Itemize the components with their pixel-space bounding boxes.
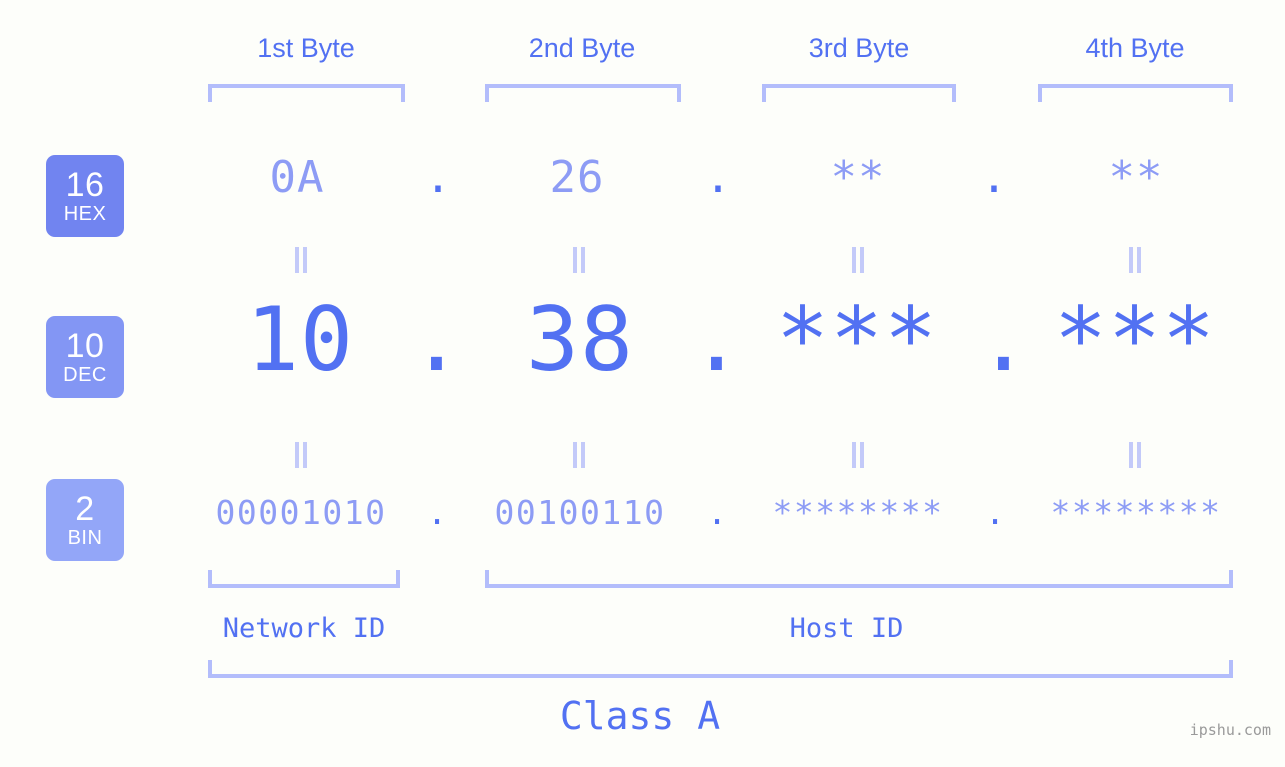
bin-separator-dot-2: . — [707, 493, 727, 532]
byte-bracket-1 — [208, 84, 405, 102]
dec-byte-value-1: 10 — [246, 288, 354, 391]
base-badge-dec-name: DEC — [63, 364, 107, 386]
hex-separator-dot-1: . — [424, 152, 452, 203]
dec-byte-value-2: 38 — [526, 288, 634, 391]
equals-connector-icon-1-hex-dec — [290, 247, 312, 273]
hex-separator-dot-3: . — [980, 152, 1008, 203]
bin-byte-value-2: 00100110 — [494, 493, 666, 532]
base-badge-dec-number: 10 — [65, 327, 105, 365]
base-badge-hex-name: HEX — [63, 203, 107, 225]
site-watermark: ipshu.com — [1189, 721, 1271, 739]
byte-bracket-3 — [762, 84, 956, 102]
dec-byte-value-4: *** — [1054, 288, 1216, 391]
byte-header-label-4: 4th Byte — [1085, 33, 1185, 63]
hex-byte-value-1: 0A — [269, 152, 325, 203]
ip-address-breakdown-diagram: 1st Byte 2nd Byte 3rd Byte 4th Byte 16 H… — [0, 0, 1285, 767]
equals-connector-icon-1-dec-bin — [290, 442, 312, 468]
byte-header-label-1: 1st Byte — [257, 33, 355, 63]
equals-connector-icon-4-hex-dec — [1124, 247, 1146, 273]
host-id-bracket — [485, 570, 1233, 588]
bin-separator-dot-3: . — [985, 493, 1005, 532]
host-id-label: Host ID — [789, 613, 904, 644]
base-badge-hex-number: 16 — [65, 166, 105, 204]
base-badge-bin-number: 2 — [75, 490, 95, 528]
dec-separator-dot-1: . — [410, 288, 463, 391]
hex-byte-value-4: ** — [1108, 152, 1164, 203]
dec-separator-dot-2: . — [690, 288, 743, 391]
byte-header-label-2: 2nd Byte — [528, 33, 636, 63]
bin-byte-value-3: ******** — [772, 493, 944, 532]
dec-byte-value-3: *** — [776, 288, 938, 391]
equals-connector-icon-2-dec-bin — [568, 442, 590, 468]
byte-bracket-2 — [485, 84, 681, 102]
byte-header-label-3: 3rd Byte — [808, 33, 910, 63]
equals-connector-icon-4-dec-bin — [1124, 442, 1146, 468]
class-label: Class A — [559, 694, 721, 738]
bin-separator-dot-1: . — [427, 493, 447, 532]
class-bracket — [208, 660, 1233, 678]
equals-connector-icon-2-hex-dec — [568, 247, 590, 273]
base-badge-bin-name: BIN — [67, 527, 103, 549]
base-badge-bin: 2 BIN — [46, 479, 124, 561]
base-badge-dec: 10 DEC — [46, 316, 124, 398]
network-id-bracket — [208, 570, 400, 588]
network-id-label: Network ID — [222, 613, 386, 644]
equals-connector-icon-3-dec-bin — [847, 442, 869, 468]
hex-byte-value-3: ** — [830, 152, 886, 203]
bin-byte-value-1: 00001010 — [215, 493, 387, 532]
hex-separator-dot-2: . — [704, 152, 732, 203]
byte-bracket-4 — [1038, 84, 1233, 102]
base-badge-hex: 16 HEX — [46, 155, 124, 237]
hex-byte-value-2: 26 — [549, 152, 605, 203]
bin-byte-value-4: ******** — [1050, 493, 1222, 532]
equals-connector-icon-3-hex-dec — [847, 247, 869, 273]
